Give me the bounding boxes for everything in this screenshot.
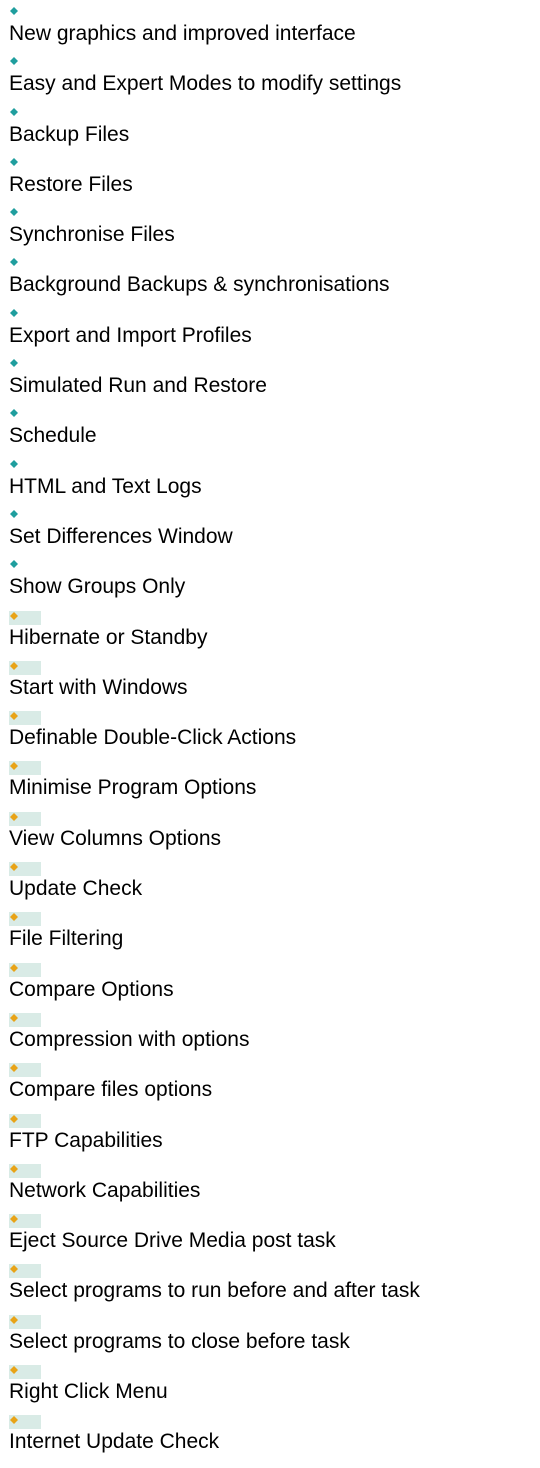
list-item: Restore Files bbox=[9, 157, 534, 208]
teal-diamond-icon bbox=[10, 459, 18, 468]
feature-label: Simulated Run and Restore bbox=[9, 374, 267, 398]
feature-label: Update Check bbox=[9, 877, 143, 901]
feature-label: Network Capabilities bbox=[9, 1178, 201, 1202]
list-item: Compare Options bbox=[9, 962, 534, 1013]
teal-diamond-icon bbox=[10, 509, 18, 518]
orange-diamond-icon bbox=[9, 761, 41, 776]
feature-label: Show Groups Only bbox=[9, 575, 186, 599]
list-item: Backup Files bbox=[9, 107, 534, 158]
feature-label: Compare files options bbox=[9, 1078, 213, 1102]
orange-diamond-icon bbox=[9, 1214, 41, 1229]
list-item: New graphics and improved interface bbox=[9, 7, 534, 57]
list-item: Minimise Program Options bbox=[9, 761, 534, 811]
feature-label: Select programs to run before and after … bbox=[9, 1279, 420, 1303]
list-item: Select programs to close before task bbox=[9, 1314, 534, 1365]
list-item: Eject Source Drive Media post task bbox=[9, 1214, 534, 1264]
list-item: Internet Update Check bbox=[9, 1415, 534, 1465]
list-item: HTML and Text Logs bbox=[9, 459, 534, 510]
orange-diamond-icon bbox=[9, 660, 41, 675]
list-item: Set Differences Window bbox=[9, 509, 534, 560]
feature-list: New graphics and improved interface Easy … bbox=[9, 7, 534, 1466]
list-item: Hibernate or Standby bbox=[9, 610, 534, 661]
feature-label: New graphics and improved interface bbox=[9, 22, 356, 45]
orange-diamond-icon bbox=[9, 1415, 41, 1430]
list-item: Export and Import Profiles bbox=[9, 308, 534, 359]
list-item: Start with Windows bbox=[9, 660, 534, 711]
list-item: View Columns Options bbox=[9, 811, 534, 862]
teal-diamond-icon bbox=[10, 57, 18, 66]
feature-label: Backup Files bbox=[9, 122, 130, 146]
orange-diamond-icon bbox=[9, 1113, 41, 1128]
teal-diamond-icon bbox=[10, 308, 18, 317]
teal-diamond-icon bbox=[10, 107, 18, 116]
orange-diamond-icon bbox=[9, 1063, 41, 1078]
teal-diamond-icon bbox=[10, 7, 18, 15]
feature-label: Easy and Expert Modes to modify settings bbox=[9, 72, 402, 96]
feature-label: Set Differences Window bbox=[9, 524, 233, 548]
list-item: Network Capabilities bbox=[9, 1163, 534, 1214]
feature-label: File Filtering bbox=[9, 927, 124, 951]
list-item: Definable Double-Click Actions bbox=[9, 711, 534, 761]
feature-label: Compression with options bbox=[9, 1027, 250, 1051]
feature-label: Select programs to close before task bbox=[9, 1329, 350, 1353]
orange-diamond-icon bbox=[9, 610, 41, 625]
feature-label: Synchronise Files bbox=[9, 223, 175, 247]
teal-diamond-icon bbox=[10, 258, 18, 267]
orange-diamond-icon bbox=[9, 1314, 41, 1329]
orange-diamond-icon bbox=[9, 912, 41, 927]
list-item: Schedule bbox=[9, 409, 534, 459]
feature-label: Right Click Menu bbox=[9, 1380, 168, 1404]
list-item: Right Click Menu bbox=[9, 1365, 534, 1415]
orange-diamond-icon bbox=[9, 862, 41, 877]
list-item: Update Check bbox=[9, 862, 534, 912]
list-item: Synchronise Files bbox=[9, 208, 534, 258]
feature-label: Schedule bbox=[9, 424, 97, 448]
orange-diamond-icon bbox=[9, 1163, 41, 1178]
feature-label: HTML and Text Logs bbox=[9, 474, 202, 498]
orange-diamond-icon bbox=[9, 1012, 41, 1027]
teal-diamond-icon bbox=[10, 409, 18, 418]
feature-label: Compare Options bbox=[9, 977, 174, 1001]
feature-label: Start with Windows bbox=[9, 675, 188, 699]
teal-diamond-icon bbox=[10, 208, 18, 217]
list-item: Compression with options bbox=[9, 1012, 534, 1063]
teal-diamond-icon bbox=[10, 359, 18, 368]
list-item: Compare files options bbox=[9, 1063, 534, 1113]
orange-diamond-icon bbox=[9, 962, 41, 977]
feature-label: View Columns Options bbox=[9, 826, 222, 850]
orange-diamond-icon bbox=[9, 1264, 41, 1279]
feature-label: FTP Capabilities bbox=[9, 1128, 163, 1152]
feature-label: Background Backups & synchronisations bbox=[9, 273, 390, 297]
list-item: FTP Capabilities bbox=[9, 1113, 534, 1164]
list-item: File Filtering bbox=[9, 912, 534, 962]
feature-label: Restore Files bbox=[9, 172, 133, 196]
list-item: Simulated Run and Restore bbox=[9, 359, 534, 409]
orange-diamond-icon bbox=[9, 711, 41, 726]
feature-label: Export and Import Profiles bbox=[9, 323, 252, 347]
list-item: Easy and Expert Modes to modify settings bbox=[9, 57, 534, 107]
feature-label: Minimise Program Options bbox=[9, 776, 257, 800]
feature-label: Definable Double-Click Actions bbox=[9, 726, 297, 750]
orange-diamond-icon bbox=[9, 1365, 41, 1380]
list-item: Show Groups Only bbox=[9, 560, 534, 610]
teal-diamond-icon bbox=[10, 157, 18, 166]
feature-label: Internet Update Check bbox=[9, 1430, 220, 1454]
orange-diamond-icon bbox=[9, 811, 41, 826]
teal-diamond-icon bbox=[10, 560, 18, 569]
feature-label: Hibernate or Standby bbox=[9, 625, 208, 649]
list-item: Background Backups & synchronisations bbox=[9, 258, 534, 308]
feature-label: Eject Source Drive Media post task bbox=[9, 1229, 336, 1253]
list-item: Select programs to run before and after … bbox=[9, 1264, 534, 1314]
